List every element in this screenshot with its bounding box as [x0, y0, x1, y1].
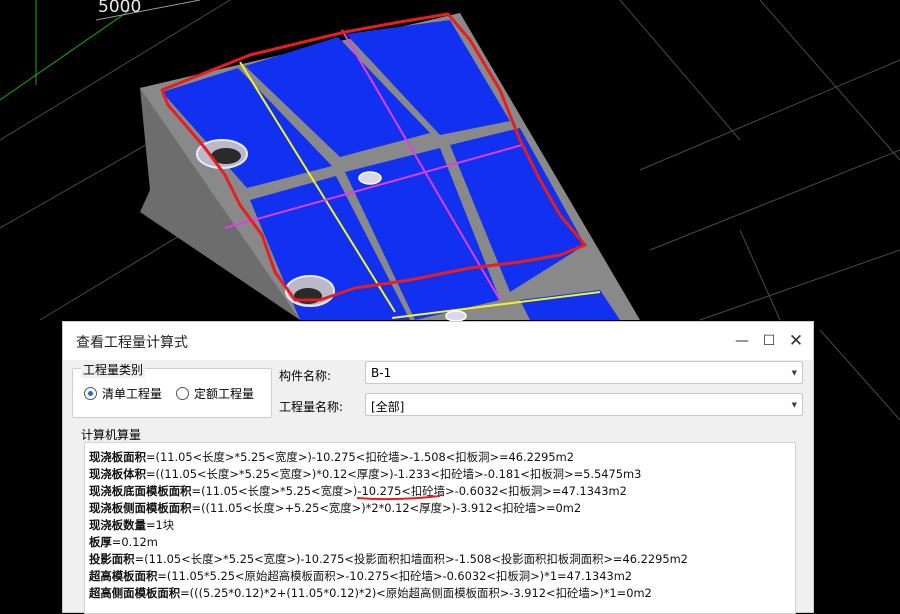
calc-formula-dialog: 查看工程量计算式 — ☐ ✕ 工程量类别 清单工程量 定额工程量 构件名称: B…	[62, 321, 814, 614]
formula-line: 超高侧面模板面积=(((5.25*0.12)*2+(11.05*0.12)*2)…	[89, 586, 652, 600]
radio-quota-quantity-label: 定额工程量	[194, 387, 255, 401]
radio-quota-quantity[interactable]: 定额工程量	[176, 386, 254, 402]
red-underline-markup	[356, 495, 441, 501]
category-group-legend: 工程量类别	[81, 361, 146, 378]
radio-bill-quantity-label: 清单工程量	[102, 387, 163, 401]
quantity-name-label: 工程量名称:	[279, 400, 344, 414]
formula-line: 现浇板面积=(11.05<长度>*5.25<宽度>)-10.275<扣砼墙>-1…	[89, 450, 575, 464]
quantity-name-select[interactable]: [全部] ▼	[365, 393, 803, 416]
component-name-select[interactable]: B-1 ▼	[365, 361, 803, 384]
dialog-title: 查看工程量计算式	[76, 335, 188, 351]
quantity-name-value: [全部]	[371, 400, 405, 414]
formula-line: 现浇板数量=1块	[89, 518, 175, 532]
close-button[interactable]: ✕	[783, 328, 809, 354]
radio-bill-quantity[interactable]: 清单工程量	[84, 386, 162, 402]
formula-line: 板厚=0.12m	[89, 535, 158, 549]
minimize-button[interactable]: —	[729, 328, 755, 354]
quantity-category-group: 工程量类别 清单工程量 定额工程量	[72, 361, 272, 418]
formula-line: 投影面积=(11.05<长度>*5.25<宽度>)-10.275<投影面积扣墙面…	[89, 552, 688, 566]
chevron-down-icon: ▼	[791, 369, 797, 377]
calc-formula-text-area[interactable]: 现浇板面积=(11.05<长度>*5.25<宽度>)-10.275<扣砼墙>-1…	[84, 442, 796, 614]
maximize-button[interactable]: ☐	[756, 328, 782, 354]
chevron-down-icon: ▼	[791, 401, 797, 409]
dialog-titlebar[interactable]: 查看工程量计算式 — ☐ ✕	[63, 322, 813, 360]
formula-line: 超高模板面积=(11.05*5.25<原始超高模板面积>-10.275<扣砼墙>…	[89, 569, 633, 583]
dimension-label: 5000	[98, 0, 142, 17]
component-name-value: B-1	[371, 366, 392, 380]
slab-hole-inner	[294, 288, 322, 304]
radio-selected-icon	[84, 387, 97, 400]
component-name-label: 构件名称:	[279, 369, 332, 383]
slab-hole	[358, 171, 382, 185]
formula-line: 现浇板体积=((11.05<长度>*5.25<宽度>)*0.12<厚度>)-1.…	[89, 467, 642, 481]
radio-unselected-icon	[176, 387, 189, 400]
calc-section-label: 计算机算量	[81, 428, 142, 442]
formula-line: 现浇板侧面模板面积=((11.05<长度>+5.25<宽度>)*2*0.12<厚…	[89, 501, 582, 515]
slab-hole	[445, 310, 467, 322]
